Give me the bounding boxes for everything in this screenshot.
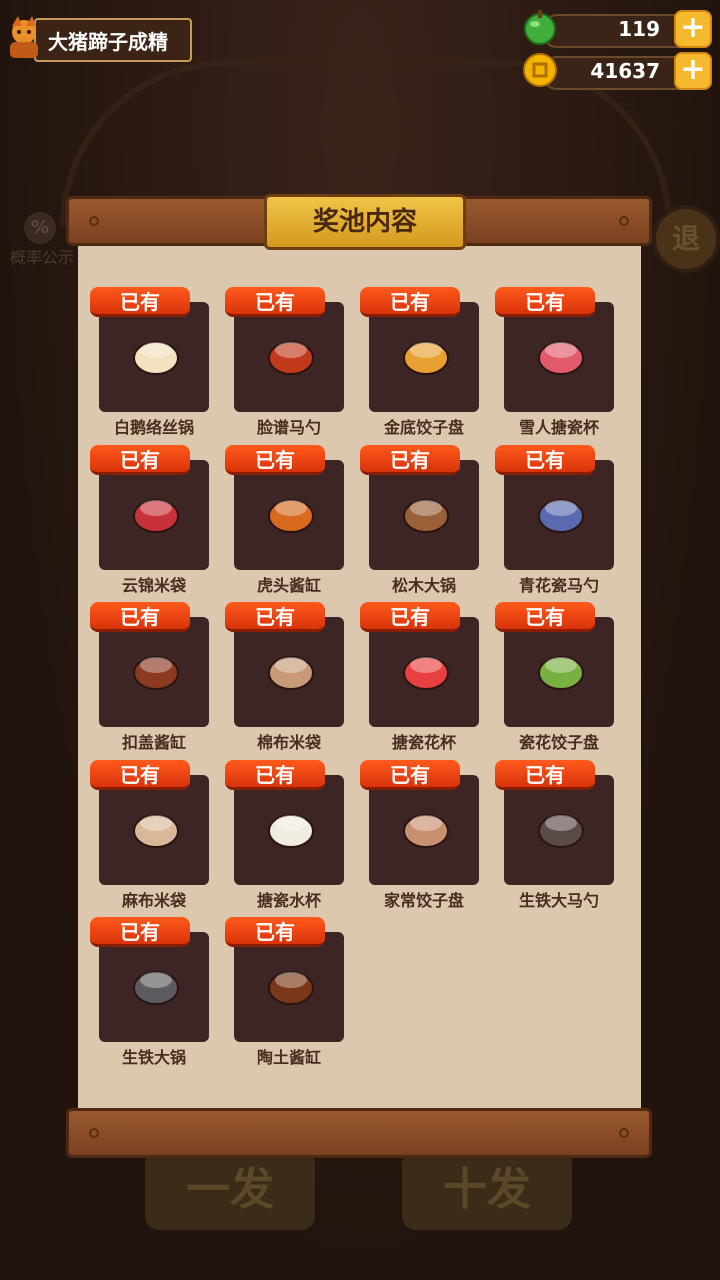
cotton-rice-bag-icon <box>268 656 314 690</box>
iron-pot-icon <box>133 971 179 1005</box>
prize-name: 雪人搪瓷杯 <box>518 418 599 437</box>
snowman-cup-icon <box>538 341 584 375</box>
prize-item[interactable]: 已有搪瓷花杯 <box>348 601 479 752</box>
owned-badge: 已有 <box>90 444 190 475</box>
opera-ladle-icon <box>268 341 314 375</box>
probability-button[interactable]: % 概率公示 <box>10 212 74 267</box>
owned-badge: 已有 <box>90 602 190 632</box>
prize-name: 金底饺子盘 <box>383 418 464 437</box>
owned-badge: 已有 <box>225 917 325 947</box>
owned-badge: 已有 <box>90 287 190 317</box>
owned-badge: 已有 <box>360 759 460 790</box>
brocade-rice-bag-icon <box>133 498 179 533</box>
prize-item[interactable]: 已有家常饺子盘 <box>348 759 479 910</box>
owned-badge: 已有 <box>225 602 325 632</box>
percent-icon: % <box>24 212 56 244</box>
prize-name: 瓷花饺子盘 <box>518 733 599 752</box>
panel-title: 奖池内容 <box>312 207 417 237</box>
nail-icon <box>89 216 99 226</box>
gem-counter: 119 + <box>522 10 712 48</box>
prize-name: 搪瓷水杯 <box>256 890 321 910</box>
prize-name: 生铁大锅 <box>121 1048 186 1067</box>
prize-name: 脸谱马勺 <box>256 418 321 437</box>
owned-badge: 已有 <box>495 444 595 475</box>
gold-dumpling-plate-icon <box>403 341 449 375</box>
panel-title-plate: 奖池内容 <box>264 194 466 250</box>
prize-name: 虎头酱缸 <box>256 575 321 595</box>
prize-name: 搪瓷花杯 <box>391 733 456 752</box>
draw-ten-button[interactable]: 十发 <box>402 1150 572 1230</box>
owned-badge: 已有 <box>495 602 595 632</box>
prize-name: 麻布米袋 <box>121 890 186 910</box>
player-name: 大猪蹄子成精 <box>48 30 168 54</box>
prize-item[interactable]: 已有陶土酱缸 <box>213 916 344 1067</box>
prize-name: 云锦米袋 <box>121 575 186 595</box>
prize-item[interactable]: 已有麻布米袋 <box>78 759 209 910</box>
clay-sauce-jar-icon <box>268 971 314 1005</box>
owned-badge: 已有 <box>225 759 325 790</box>
prize-name: 棉布米袋 <box>256 733 321 752</box>
prize-name: 生铁大马勺 <box>518 890 599 910</box>
prize-item[interactable]: 已有金底饺子盘 <box>348 286 479 437</box>
player-tag[interactable]: 大猪蹄子成精 <box>4 14 192 62</box>
prize-item[interactable]: 已有棉布米袋 <box>213 601 344 752</box>
coin-value: 41637 <box>590 59 660 83</box>
nail-icon <box>619 216 629 226</box>
prize-item[interactable]: 已有松木大锅 <box>348 444 479 595</box>
prize-item[interactable]: 已有虎头酱缸 <box>213 444 344 595</box>
enamel-water-cup-icon <box>268 813 314 848</box>
owned-badge: 已有 <box>360 602 460 632</box>
flower-enamel-cup-icon <box>403 656 449 690</box>
coin-icon <box>523 53 557 87</box>
goose-pot-icon <box>133 341 179 375</box>
tiger-sauce-jar-icon <box>268 498 314 533</box>
add-gems-button[interactable]: + <box>674 10 712 48</box>
nail-icon <box>89 1128 99 1138</box>
gem-icon <box>524 10 556 45</box>
pine-pot-icon <box>403 498 449 533</box>
prize-name: 扣盖酱缸 <box>121 733 186 752</box>
owned-badge: 已有 <box>360 287 460 317</box>
prize-item[interactable]: 已有云锦米袋 <box>78 444 209 595</box>
owned-badge: 已有 <box>90 917 190 947</box>
prize-item[interactable]: 已有青花瓷马勺 <box>483 444 614 595</box>
prize-name: 陶土酱缸 <box>256 1048 321 1067</box>
flower-dumpling-plate-icon <box>538 656 584 690</box>
owned-badge: 已有 <box>360 444 460 475</box>
prize-item[interactable]: 已有白鹅络丝锅 <box>78 286 209 437</box>
owned-badge: 已有 <box>495 759 595 790</box>
owned-badge: 已有 <box>225 444 325 475</box>
owned-badge: 已有 <box>225 287 325 317</box>
gem-value: 119 <box>618 17 660 41</box>
lidded-sauce-jar-icon <box>133 656 179 690</box>
owned-badge: 已有 <box>495 287 595 317</box>
prize-item[interactable]: 已有瓷花饺子盘 <box>483 601 614 752</box>
coin-counter: 41637 + <box>522 52 712 90</box>
iron-ladle-icon <box>538 813 584 848</box>
home-dumpling-plate-icon <box>403 813 449 848</box>
exit-button[interactable]: 退 <box>652 205 720 273</box>
prize-name: 松木大锅 <box>391 575 456 595</box>
prize-item[interactable]: 已有脸谱马勺 <box>213 286 344 437</box>
draw-one-button[interactable]: 一发 <box>145 1150 315 1230</box>
scroll-bottom-bar <box>66 1108 652 1158</box>
prize-item[interactable]: 已有雪人搪瓷杯 <box>483 286 614 437</box>
prize-item[interactable]: 已有搪瓷水杯 <box>213 759 344 910</box>
owned-badge: 已有 <box>90 759 190 790</box>
prize-name: 白鹅络丝锅 <box>113 418 194 437</box>
prize-item[interactable]: 已有生铁大马勺 <box>483 759 614 910</box>
prize-item[interactable]: 已有扣盖酱缸 <box>78 601 209 752</box>
nail-icon <box>619 1128 629 1138</box>
prize-item[interactable]: 已有生铁大锅 <box>78 916 209 1067</box>
linen-rice-bag-icon <box>133 813 179 848</box>
add-coins-button[interactable]: + <box>674 52 712 90</box>
porcelain-ladle-icon <box>538 498 584 533</box>
probability-label: 概率公示 <box>10 248 75 267</box>
player-avatar-icon <box>10 16 38 58</box>
prize-name: 家常饺子盘 <box>383 890 464 910</box>
prize-name: 青花瓷马勺 <box>518 575 599 595</box>
